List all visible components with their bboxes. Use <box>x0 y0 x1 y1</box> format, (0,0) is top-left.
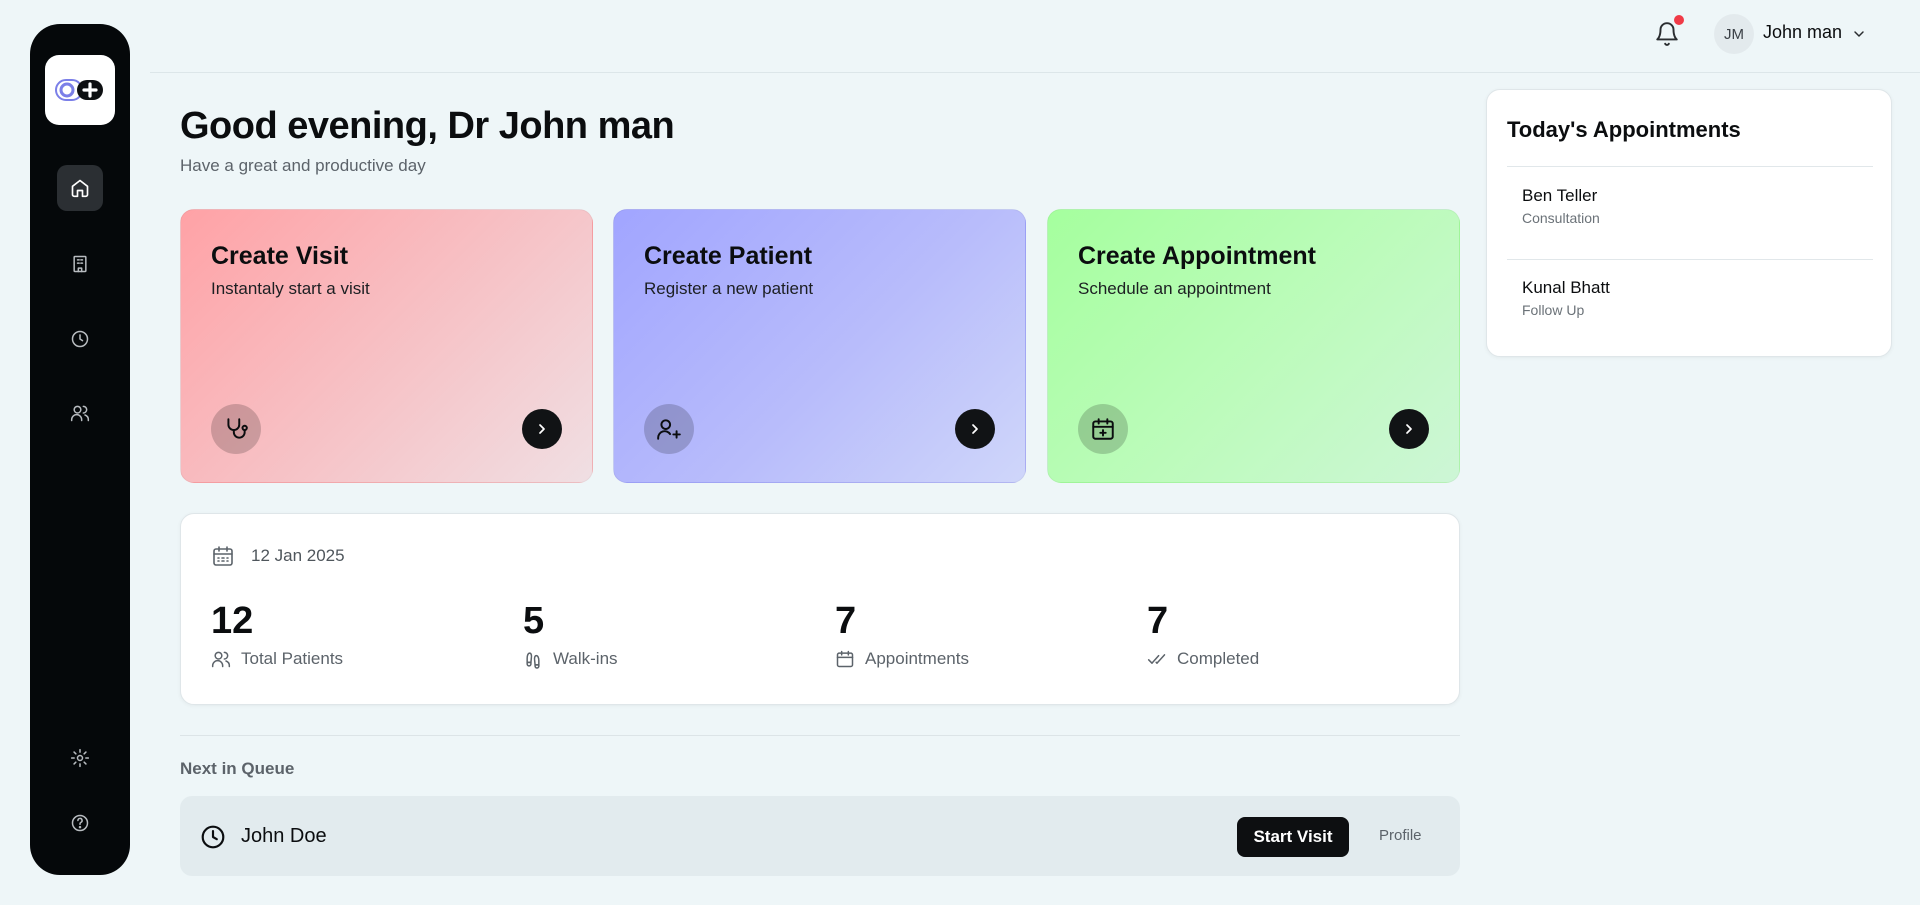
stats-panel: 12 Jan 2025 12 Total Patients 5 Walk-ins… <box>180 513 1460 705</box>
stat-value: 5 <box>523 600 545 642</box>
stat-total-patients: 12 Total Patients <box>211 599 343 669</box>
nav-history-button[interactable] <box>57 316 103 362</box>
stat-appointments: 7 Appointments <box>835 599 969 669</box>
chevron-right-icon <box>539 424 545 434</box>
stethoscope-icon <box>227 418 248 439</box>
card-subtitle: Instantaly start a visit <box>211 279 370 298</box>
card-icon-badge <box>644 404 694 454</box>
logo-icon <box>55 79 103 101</box>
bell-icon[interactable] <box>1654 21 1680 47</box>
calendar-icon <box>836 650 854 668</box>
appointment-item[interactable]: Kunal Bhatt Follow Up <box>1522 278 1610 318</box>
queue-patient-name: John Doe <box>241 825 327 847</box>
card-title: Create Patient <box>644 242 813 270</box>
gear-icon <box>70 748 90 768</box>
stats-date: 12 Jan 2025 <box>251 546 345 565</box>
stat-label: Total Patients <box>241 649 344 668</box>
stat-label-row: Walk-ins <box>523 649 618 669</box>
stat-label: Walk-ins <box>553 649 618 668</box>
avatar[interactable]: JM <box>1714 14 1754 54</box>
create-patient-arrow-button[interactable] <box>955 409 995 449</box>
help-icon <box>71 814 89 832</box>
building-icon <box>73 255 87 273</box>
stat-label-row: Total Patients <box>211 649 343 669</box>
page-subtitle: Have a great and productive day <box>180 156 426 175</box>
appointment-patient-name: Kunal Bhatt <box>1522 278 1610 297</box>
card-icon-badge <box>1078 404 1128 454</box>
home-icon <box>71 179 89 198</box>
card-title: Create Visit <box>211 242 349 270</box>
create-visit-card[interactable]: Create Visit Instantaly start a visit <box>180 209 593 483</box>
stat-label-row: Completed <box>1147 649 1259 669</box>
stat-label: Completed <box>1177 649 1260 668</box>
nav-help-button[interactable] <box>57 800 103 846</box>
stat-value: 7 <box>1147 600 1169 642</box>
stat-value: 7 <box>835 600 857 642</box>
appointment-type: Follow Up <box>1522 302 1585 318</box>
nav-home-button[interactable] <box>57 165 103 211</box>
stat-label-row: Appointments <box>835 649 969 669</box>
appointment-type: Consultation <box>1522 210 1600 226</box>
create-visit-arrow-button[interactable] <box>522 409 562 449</box>
queue-title: Next in Queue <box>180 759 295 778</box>
queue-row: John Doe Start Visit Profile <box>180 796 1460 876</box>
users-icon <box>70 405 90 422</box>
footprints-icon <box>526 652 540 669</box>
card-title: Create Appointment <box>1078 242 1316 270</box>
topbar-divider <box>150 72 1920 73</box>
divider <box>1507 166 1873 167</box>
user-plus-icon <box>657 419 681 440</box>
card-subtitle: Schedule an appointment <box>1078 279 1271 298</box>
calendar-plus-icon <box>1092 418 1114 440</box>
chevron-right-icon <box>972 424 978 434</box>
user-name[interactable]: John man <box>1763 22 1842 43</box>
page-title: Good evening, Dr John man <box>180 105 675 147</box>
todays-appointments-panel: Today's Appointments Ben Teller Consulta… <box>1486 89 1892 357</box>
stat-value: 12 <box>211 600 254 642</box>
divider <box>1507 259 1873 260</box>
double-check-icon <box>1147 654 1166 664</box>
create-appointment-card[interactable]: Create Appointment Schedule an appointme… <box>1047 209 1460 483</box>
clock-icon <box>71 330 89 348</box>
chevron-right-icon <box>1406 424 1412 434</box>
nav-patients-button[interactable] <box>57 390 103 436</box>
card-icon-badge <box>211 404 261 454</box>
notification-dot <box>1674 15 1684 25</box>
create-patient-card[interactable]: Create Patient Register a new patient <box>613 209 1026 483</box>
stat-completed: 7 Completed <box>1147 599 1259 669</box>
clock-icon <box>201 825 225 849</box>
profile-button[interactable]: Profile <box>1379 827 1422 844</box>
appointment-item[interactable]: Ben Teller Consultation <box>1522 186 1600 226</box>
users-icon <box>211 651 231 668</box>
appointment-patient-name: Ben Teller <box>1522 186 1598 205</box>
nav-clinic-button[interactable] <box>57 241 103 287</box>
chevron-down-icon[interactable] <box>1851 26 1867 42</box>
calendar-icon <box>213 546 233 566</box>
nav-settings-button[interactable] <box>57 735 103 781</box>
create-appointment-arrow-button[interactable] <box>1389 409 1429 449</box>
section-divider <box>180 735 1460 736</box>
clinic-logo[interactable] <box>45 55 115 125</box>
card-subtitle: Register a new patient <box>644 279 814 298</box>
stat-walk-ins: 5 Walk-ins <box>523 599 618 669</box>
sidebar <box>30 24 130 875</box>
start-visit-button[interactable]: Start Visit <box>1237 817 1349 857</box>
stat-label: Appointments <box>865 649 969 668</box>
appointments-title: Today's Appointments <box>1507 117 1741 142</box>
